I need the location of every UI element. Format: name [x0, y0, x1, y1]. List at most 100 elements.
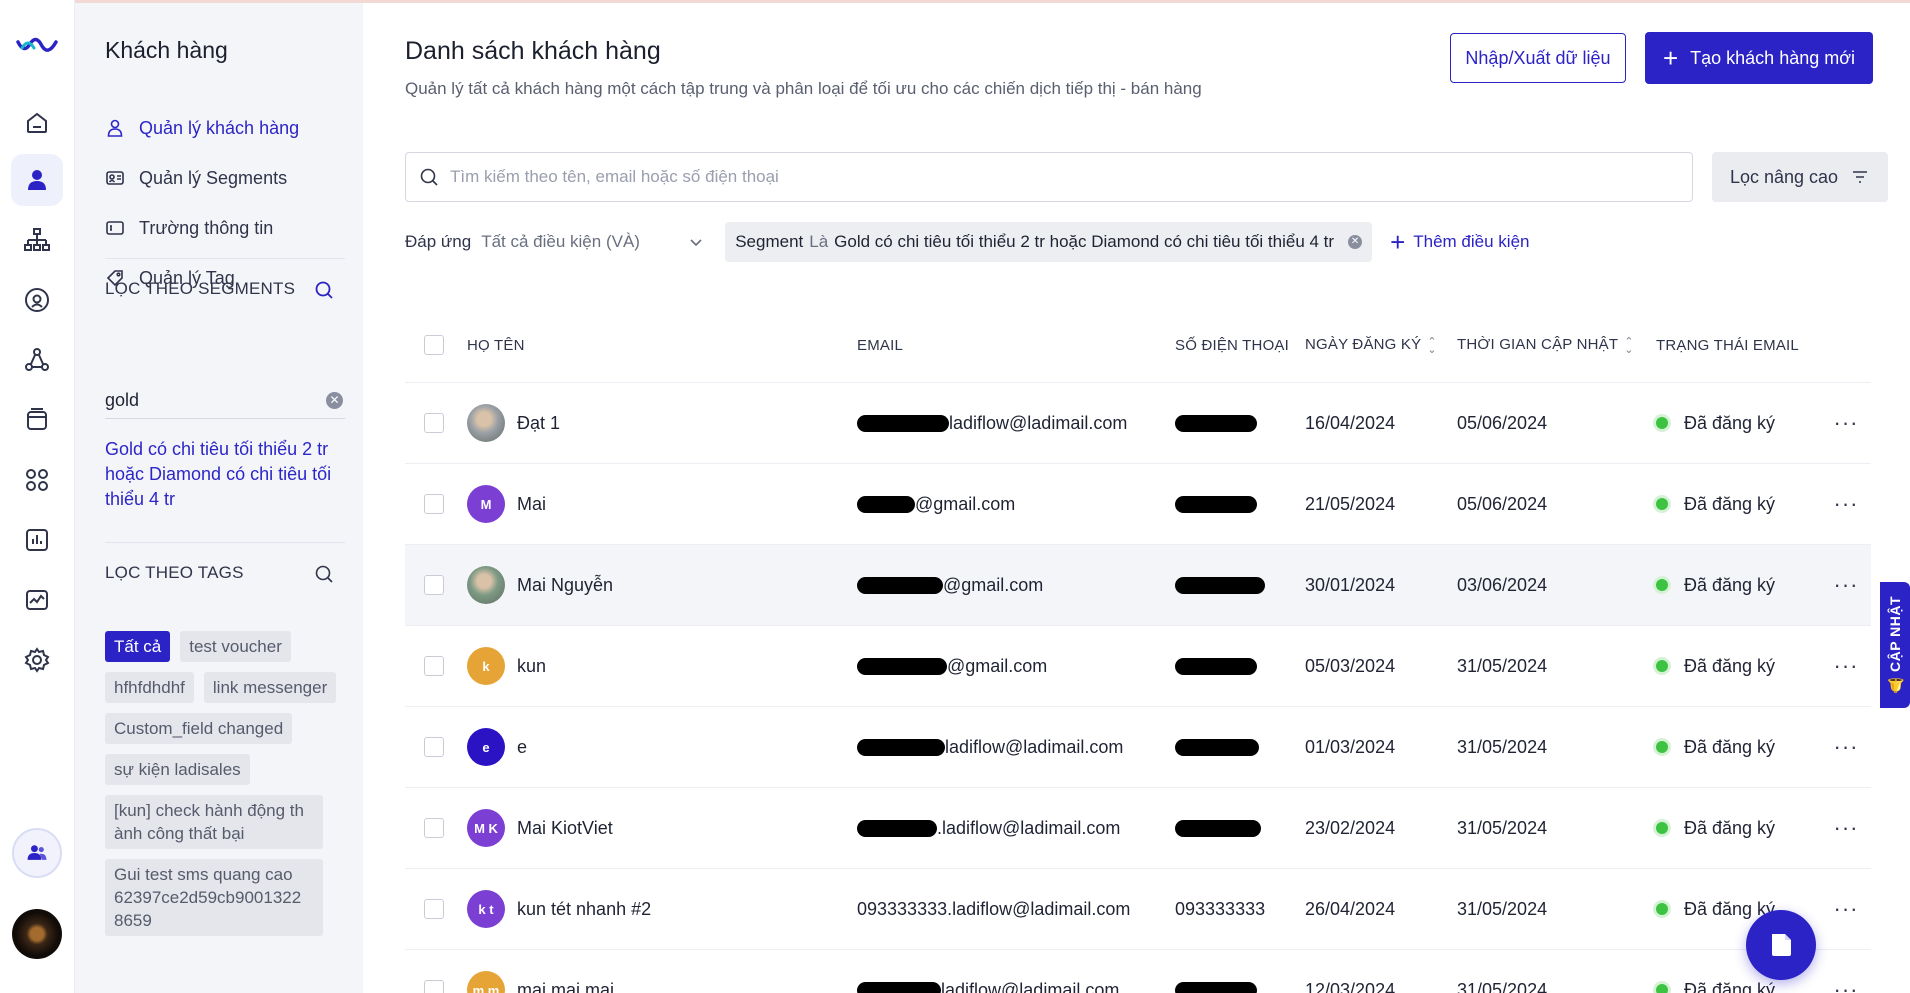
- customer-name[interactable]: kun tét nhanh #2: [517, 899, 651, 920]
- customer-phone: [1175, 737, 1305, 758]
- more-actions-icon[interactable]: ···: [1821, 653, 1871, 679]
- tag-chip[interactable]: Gui test sms quang cao 62397ce2d59cb9001…: [105, 859, 323, 936]
- account-avatar[interactable]: [12, 909, 62, 959]
- tag-search-icon[interactable]: [313, 563, 335, 585]
- customer-name[interactable]: mai mai mai: [517, 980, 614, 993]
- redacted-phone: [1175, 415, 1257, 433]
- clear-icon[interactable]: ✕: [326, 392, 343, 409]
- more-actions-icon[interactable]: ···: [1821, 734, 1871, 760]
- more-actions-icon[interactable]: ···: [1821, 410, 1871, 436]
- user-icon: [107, 119, 123, 137]
- row-checkbox[interactable]: [424, 413, 444, 433]
- column-header-updated[interactable]: THỜI GIAN CẬP NHẬT ⌃ ⌄: [1457, 336, 1656, 355]
- remove-condition-icon[interactable]: ✕: [1348, 235, 1363, 249]
- column-header-registered[interactable]: NGÀY ĐĂNG KÝ ⌃ ⌄: [1305, 336, 1457, 355]
- report-icon[interactable]: [11, 514, 63, 566]
- email-text: 093333333.ladiflow@ladimail.com: [857, 898, 1131, 919]
- tag-chip[interactable]: Custom_field changed: [105, 713, 293, 744]
- customer-name[interactable]: Mai: [517, 494, 546, 515]
- customer-avatar: k t: [467, 890, 505, 928]
- settings-gear-icon[interactable]: [11, 634, 63, 686]
- tag-chip-all[interactable]: Tất cả: [105, 631, 171, 662]
- segment-result-item[interactable]: Gold có chi tiêu tối thiểu 2 tr hoặc Dia…: [105, 437, 345, 512]
- row-checkbox[interactable]: [424, 818, 444, 838]
- team-icon[interactable]: [12, 828, 62, 878]
- apps-icon[interactable]: [11, 454, 63, 506]
- table-row[interactable]: Đạt 1 ladiflow@ladimail.com 16/04/2024 0…: [405, 383, 1871, 464]
- segment-search-input[interactable]: gold ✕: [105, 383, 345, 419]
- condition-mode-select[interactable]: Tất cả điều kiện (VÀ): [481, 232, 709, 252]
- customer-avatar: m m: [467, 971, 505, 993]
- flow-tree-icon[interactable]: [11, 214, 63, 266]
- tag-chip[interactable]: sự kiện ladisales: [105, 754, 250, 785]
- help-fab[interactable]: [1746, 910, 1816, 980]
- table-row[interactable]: k kun @gmail.com 05/03/2024 31/05/2024 Đã…: [405, 626, 1871, 707]
- advanced-filter-button[interactable]: Lọc nâng cao: [1712, 152, 1888, 202]
- sort-icon[interactable]: ⌃ ⌄: [1624, 336, 1633, 355]
- condition-label: Đáp ứng: [405, 232, 472, 251]
- updates-tab[interactable]: 🔔 CẬP NHẬT: [1880, 582, 1910, 708]
- app-logo-icon[interactable]: [16, 34, 58, 58]
- avatar-initials: M: [480, 496, 492, 512]
- customers-icon[interactable]: [11, 154, 63, 206]
- customer-name[interactable]: e: [517, 737, 527, 758]
- more-actions-icon[interactable]: ···: [1821, 572, 1871, 598]
- sort-icon[interactable]: ⌃ ⌄: [1427, 336, 1436, 355]
- customer-name[interactable]: Mai KiotViet: [517, 818, 613, 839]
- segment-search-icon[interactable]: [313, 279, 335, 301]
- column-header-status[interactable]: TRẠNG THÁI EMAIL: [1656, 337, 1821, 354]
- customer-name[interactable]: Mai Nguyễn: [517, 575, 613, 596]
- broadcast-icon[interactable]: [11, 274, 63, 326]
- table-row[interactable]: e e ladiflow@ladimail.com 01/03/2024 31/0…: [405, 707, 1871, 788]
- avatar-initials: m m: [472, 982, 500, 993]
- redacted-email-part: [857, 496, 915, 514]
- tag-chip[interactable]: [kun] check hành động th ành công thất b…: [105, 795, 323, 849]
- column-header-name[interactable]: HỌ TÊN: [467, 337, 857, 354]
- page-subtitle: Quản lý tất cả khách hàng một cách tập t…: [405, 79, 1202, 98]
- row-checkbox[interactable]: [424, 737, 444, 757]
- search-input[interactable]: [450, 167, 1650, 187]
- home-icon[interactable]: [11, 97, 63, 149]
- chevron-down-icon: [690, 239, 702, 247]
- tag-chip[interactable]: test voucher: [180, 631, 291, 662]
- tag-chip[interactable]: link messenger: [203, 672, 337, 703]
- updated-date: 31/05/2024: [1457, 817, 1548, 838]
- row-checkbox[interactable]: [424, 656, 444, 676]
- email-status: Đã đăng ký: [1684, 493, 1776, 514]
- more-actions-icon[interactable]: ···: [1821, 896, 1871, 922]
- select-all-checkbox[interactable]: [424, 335, 444, 355]
- integration-icon[interactable]: [11, 334, 63, 386]
- customer-email: ladiflow@ladimail.com: [857, 413, 1175, 434]
- sidebar-item-fields[interactable]: Trường thông tin: [105, 203, 345, 253]
- column-header-email[interactable]: EMAIL: [857, 337, 1175, 354]
- customer-name[interactable]: Đạt 1: [517, 413, 560, 434]
- table-row[interactable]: Mai Nguyễn @gmail.com 30/01/2024 03/06/2…: [405, 545, 1871, 626]
- tag-chip[interactable]: hfhfdhdhf: [105, 672, 194, 703]
- table-row[interactable]: M K Mai KiotViet .ladiflow@ladimail.com 2…: [405, 788, 1871, 869]
- more-actions-icon[interactable]: ···: [1821, 815, 1871, 841]
- redacted-phone: [1175, 739, 1259, 757]
- analytics-icon[interactable]: [11, 574, 63, 626]
- row-checkbox[interactable]: [424, 575, 444, 595]
- table-row[interactable]: M Mai @gmail.com 21/05/2024 05/06/2024 Đã…: [405, 464, 1871, 545]
- row-checkbox[interactable]: [424, 494, 444, 514]
- row-checkbox[interactable]: [424, 980, 444, 993]
- sidebar-item-customers[interactable]: Quản lý khách hàng: [105, 103, 345, 153]
- customer-name[interactable]: kun: [517, 656, 546, 677]
- segment-condition-chip[interactable]: Segment Là Gold có chi tiêu tối thiểu 2 …: [725, 222, 1373, 262]
- more-actions-icon[interactable]: ···: [1821, 977, 1871, 993]
- box-icon[interactable]: [11, 394, 63, 446]
- status-dot-icon: [1656, 498, 1668, 510]
- registered-date: 12/03/2024: [1305, 979, 1396, 993]
- customer-search-box[interactable]: [405, 152, 1693, 202]
- table-row[interactable]: m m mai mai mai ladiflow@ladimail.com 12/…: [405, 950, 1871, 993]
- customer-phone: [1175, 413, 1305, 434]
- table-row[interactable]: k t kun tét nhanh #2 093333333.ladiflow@l…: [405, 869, 1871, 950]
- column-header-phone[interactable]: SỐ ĐIỆN THOẠI: [1175, 337, 1305, 354]
- add-condition-button[interactable]: + Thêm điều kiện: [1390, 229, 1529, 255]
- create-customer-button[interactable]: + Tạo khách hàng mới: [1645, 32, 1873, 84]
- sidebar-item-segments[interactable]: Quản lý Segments: [105, 153, 345, 203]
- import-export-button[interactable]: Nhập/Xuất dữ liệu: [1450, 33, 1626, 83]
- row-checkbox[interactable]: [424, 899, 444, 919]
- more-actions-icon[interactable]: ···: [1821, 491, 1871, 517]
